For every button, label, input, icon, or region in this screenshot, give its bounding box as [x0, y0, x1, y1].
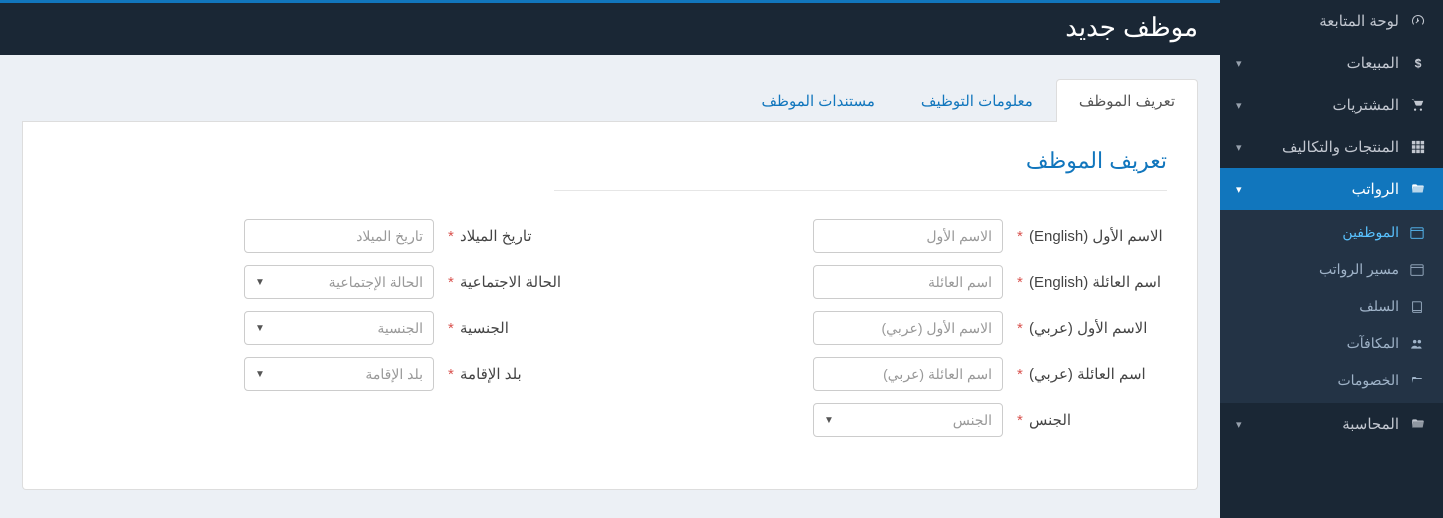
- chevron-down-icon: ▾: [1236, 57, 1242, 70]
- svg-text:$: $: [1415, 56, 1422, 70]
- content-body: تعريف الموظف معلومات التوظيف مستندات الم…: [0, 55, 1220, 518]
- sidebar-subitem-advances[interactable]: السلف: [1220, 288, 1443, 325]
- sidebar-sub-label: السلف: [1359, 298, 1399, 315]
- sidebar-subitem-employees[interactable]: الموظفين: [1220, 214, 1443, 251]
- label-marital: الحالة الاجتماعية *: [434, 273, 598, 291]
- folder-open-icon: [1409, 417, 1427, 431]
- chevron-down-icon: ▾: [1236, 418, 1242, 431]
- label-last-name-ar: اسم العائلة (عربي) *: [1003, 365, 1167, 383]
- label-first-name-ar: الاسم الأول (عربي) *: [1003, 319, 1167, 337]
- sidebar-label: المشتريات: [1333, 96, 1399, 114]
- sidebar-subitem-bonuses[interactable]: المكافآت: [1220, 325, 1443, 362]
- label-last-name-en: اسم العائلة (English) *: [1003, 273, 1167, 291]
- sidebar-item-dashboard[interactable]: لوحة المتابعة: [1220, 0, 1443, 42]
- caret-down-icon: ▼: [255, 369, 265, 380]
- dob-input[interactable]: [244, 219, 434, 253]
- label-dob: تاريخ الميلاد *: [434, 227, 598, 245]
- sidebar-label: لوحة المتابعة: [1319, 12, 1399, 30]
- dollar-icon: $: [1409, 56, 1427, 70]
- tabs: تعريف الموظف معلومات التوظيف مستندات الم…: [22, 79, 1198, 122]
- sidebar-item-purchases[interactable]: المشتريات ▾: [1220, 84, 1443, 126]
- caret-down-icon: ▼: [255, 277, 265, 288]
- sidebar-label: المنتجات والتكاليف: [1282, 138, 1399, 156]
- sidebar-subitem-payrun[interactable]: مسير الرواتب: [1220, 251, 1443, 288]
- last-name-en-input[interactable]: [813, 265, 1003, 299]
- sidebar-sub-label: مسير الرواتب: [1319, 261, 1399, 278]
- cart-icon: [1409, 98, 1427, 112]
- tab-panel: تعريف الموظف الاسم الأول (English) * تار…: [22, 122, 1198, 490]
- sidebar-label: المبيعات: [1347, 54, 1399, 72]
- folder-open-icon: [1409, 182, 1427, 196]
- tab-employee-definition[interactable]: تعريف الموظف: [1056, 79, 1198, 122]
- tab-employee-docs[interactable]: مستندات الموظف: [738, 79, 897, 122]
- caret-down-icon: ▼: [824, 415, 834, 426]
- label-gender: الجنس *: [1003, 411, 1167, 429]
- sidebar-label: المحاسبة: [1342, 415, 1399, 433]
- sidebar-item-sales[interactable]: $ المبيعات ▾: [1220, 42, 1443, 84]
- grid-icon: [1409, 140, 1427, 154]
- sidebar-sub-label: الموظفين: [1342, 224, 1399, 241]
- sidebar: لوحة المتابعة $ المبيعات ▾ المشتريات ▾: [1220, 0, 1443, 518]
- label-residence: بلد الإقامة *: [434, 365, 598, 383]
- sidebar-sub-label: الخصومات: [1337, 372, 1399, 389]
- residence-select[interactable]: بلد الإقامة ▼: [244, 357, 434, 391]
- content: موظف جديد تعريف الموظف معلومات التوظيف م…: [0, 0, 1220, 518]
- divider: [554, 190, 1167, 191]
- tab-employment-info[interactable]: معلومات التوظيف: [898, 79, 1056, 122]
- sidebar-sub-label: المكافآت: [1347, 335, 1399, 352]
- first-name-en-input[interactable]: [813, 219, 1003, 253]
- label-nationality: الجنسية *: [434, 319, 598, 337]
- caret-down-icon: ▼: [255, 323, 265, 334]
- chevron-down-icon: ▾: [1236, 99, 1242, 112]
- sidebar-item-products[interactable]: المنتجات والتكاليف ▾: [1220, 126, 1443, 168]
- sidebar-subitem-deductions[interactable]: الخصومات: [1220, 362, 1443, 399]
- users-icon: [1409, 337, 1425, 351]
- folder-open-icon: [1409, 375, 1425, 387]
- book-icon: [1409, 300, 1425, 314]
- last-name-ar-input[interactable]: [813, 357, 1003, 391]
- chevron-down-icon: ▾: [1236, 183, 1242, 196]
- nationality-select[interactable]: الجنسية ▼: [244, 311, 434, 345]
- first-name-ar-input[interactable]: [813, 311, 1003, 345]
- sidebar-item-accounting[interactable]: المحاسبة ▾: [1220, 403, 1443, 445]
- gender-select[interactable]: الجنس ▼: [813, 403, 1003, 437]
- calendar-icon: [1409, 226, 1425, 240]
- chevron-down-icon: ▾: [1236, 141, 1242, 154]
- section-title: تعريف الموظف: [53, 148, 1167, 174]
- sidebar-submenu-payroll: الموظفين مسير الرواتب السلف المكافآت: [1220, 210, 1443, 403]
- calendar-icon: [1409, 263, 1425, 277]
- page-title: موظف جديد: [0, 4, 1220, 55]
- label-first-name-en: الاسم الأول (English) *: [1003, 227, 1167, 245]
- sidebar-label: الرواتب: [1352, 180, 1399, 198]
- marital-select[interactable]: الحالة الإجتماعية ▼: [244, 265, 434, 299]
- sidebar-item-payroll[interactable]: الرواتب ▾: [1220, 168, 1443, 210]
- gauge-icon: [1409, 13, 1427, 29]
